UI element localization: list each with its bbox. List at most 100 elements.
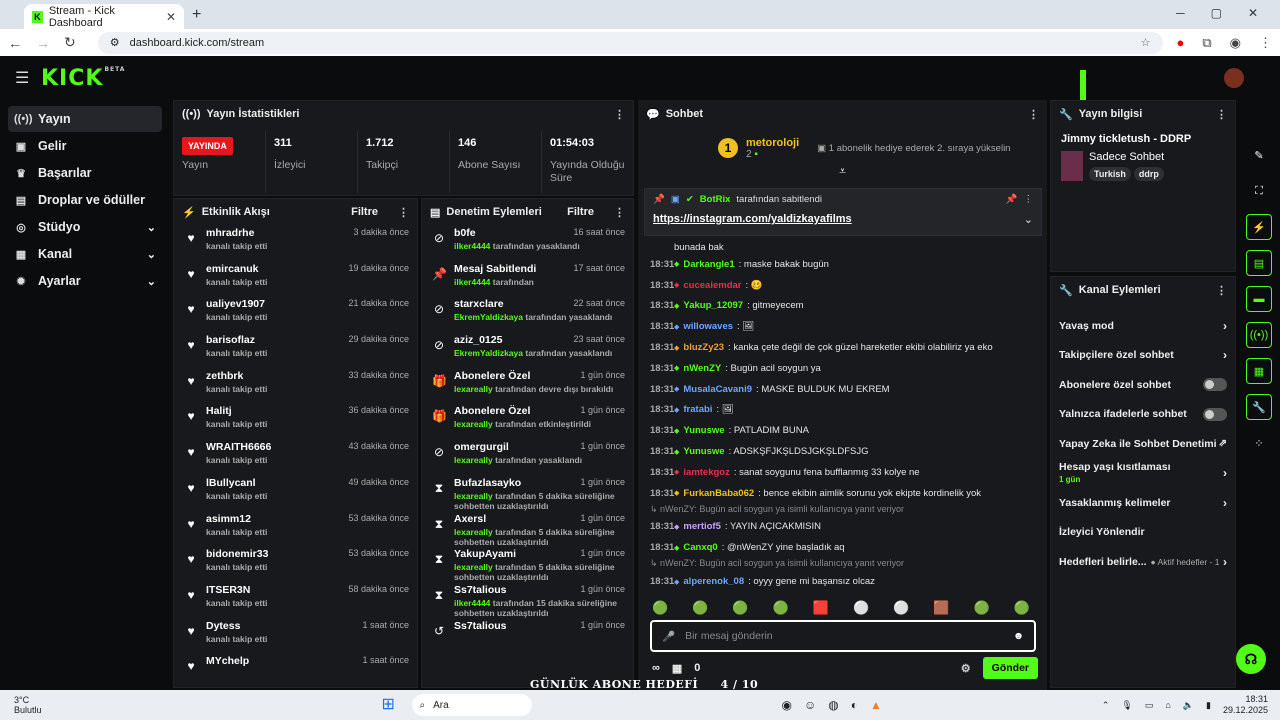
extensions-icon[interactable]: ⧉ (1202, 35, 1211, 51)
layout-icon[interactable]: ▦ (1246, 358, 1272, 384)
unpin-icon[interactable]: 📌 (1006, 194, 1018, 205)
message-username[interactable]: iamtekgoz (683, 467, 729, 478)
mod-action-item[interactable]: ⧗ Ss7talious 1 gün önce ilker4444 tarafında… (422, 582, 633, 618)
mod-action-item[interactable]: 📌 Mesaj Sabitlendi 17 saat önce ilker4444 t… (422, 261, 633, 297)
stats-menu-icon[interactable]: ⋮ (614, 108, 625, 121)
mod-filter-button[interactable]: Filtre (567, 206, 594, 218)
mod-action-target[interactable]: Bufazlasayko (454, 477, 521, 489)
mod-action-item[interactable]: ⊘ aziz_0125 23 saat önce EkremYaldizkaya ta… (422, 332, 633, 368)
activity-username[interactable]: bidonemir33 (206, 548, 268, 560)
mod-action-actor[interactable]: EkremYaldizkaya (454, 312, 523, 322)
chat-message[interactable]: 18:31 ◆ Yunuswe: PATLADIM BUNA (650, 420, 1042, 441)
sidebar-item-ayarlar[interactable]: ✹ Ayarlar ⌄ (8, 268, 162, 294)
channel-action-item[interactable]: Yavaş mod › (1051, 311, 1235, 341)
channel-action-item[interactable]: Hedefleri belirle... ● Aktif hedefler - 1… (1051, 547, 1235, 577)
forward-icon[interactable]: → (36, 35, 50, 51)
message-username[interactable]: cuceaiemdar (683, 280, 741, 291)
mod-action-target[interactable]: Ss7talious (454, 584, 507, 596)
sidebar-item-droplar[interactable]: ▤ Droplar ve ödüller (8, 187, 162, 213)
store-icon[interactable]: ▦ (672, 662, 682, 675)
collapse-icon[interactable]: ⩡ (638, 164, 1047, 179)
sidebar-item-studyo[interactable]: ◎ Stüdyo ⌄ (8, 214, 162, 240)
maximize-icon[interactable]: ▢ (1211, 6, 1222, 20)
message-username[interactable]: Darkangle1 (683, 259, 734, 270)
mod-action-item[interactable]: ⧗ YakupAyami 1 gün önce lexareally tarafınd… (422, 546, 633, 582)
chat-message[interactable]: 18:31 ◆ fratabi: 🖼 (650, 400, 1042, 421)
channel-action-item[interactable]: Abonelere özel sohbet (1051, 370, 1235, 400)
back-icon[interactable]: ← (8, 35, 22, 51)
chat-message[interactable]: 18:31 ◆ cuceaiemdar: 🥴 (650, 275, 1042, 296)
mod-action-actor[interactable]: EkremYaldizkaya (454, 348, 523, 358)
discord-icon[interactable]: ☺ (804, 698, 816, 712)
browser-tab[interactable]: K Stream - Kick Dashboard ✕ (24, 4, 184, 29)
activity-item[interactable]: ♥ Halitj 36 dakika önce kanalı takip etti (174, 403, 417, 439)
activity-item[interactable]: ♥ emircanuk 19 dakika önce kanalı takip ett… (174, 261, 417, 297)
emote-icon[interactable]: 🟢 (732, 600, 748, 616)
activity-filter-button[interactable]: Filtre (351, 206, 378, 218)
chat-settings-icon[interactable]: ⚙ (961, 662, 971, 675)
weather-widget[interactable]: 3°C Bulutlu (14, 695, 42, 715)
pinned-link[interactable]: https://instagram.com/yaldizkayafilms (653, 213, 852, 226)
emote-icon[interactable]: 🟫 (933, 600, 949, 616)
activity-item[interactable]: ♥ barisoflaz 29 dakika önce kanalı takip et… (174, 332, 417, 368)
chat-message[interactable]: 18:31 ◆ FurkanBaba062: bence ekibin aimlik… (650, 483, 1042, 504)
activity-username[interactable]: zethbrk (206, 370, 243, 382)
mod-action-item[interactable]: ⊘ omergurgil 1 gün önce lexareally tarafınd… (422, 439, 633, 475)
message-username[interactable]: fratabi (683, 404, 712, 415)
message-username[interactable]: Yakup_12097 (683, 300, 743, 311)
chat-message[interactable]: 18:31 ◆ Canxq0: @nWenZY yine başladık aq (650, 537, 1042, 558)
add-widget-icon[interactable]: ⁘ (1246, 430, 1272, 456)
activity-username[interactable]: ITSER3N (206, 584, 250, 596)
emote-icon[interactable]: 🟢 (1014, 600, 1030, 616)
emote-icon[interactable]: 🟢 (974, 600, 990, 616)
toggle-switch[interactable] (1203, 378, 1227, 392)
activity-item[interactable]: ♥ bidonemir33 53 dakika önce kanalı takip e… (174, 546, 417, 582)
emote-icon[interactable]: ⚪ (853, 600, 869, 616)
mod-action-item[interactable]: ⊘ starxclare 22 saat önce EkremYaldizkaya t… (422, 296, 633, 332)
chat-menu-icon[interactable]: ⋮ (1028, 108, 1039, 121)
chat-message[interactable]: 18:31 ◆ bluzZy23: kanka çete değil de çok … (650, 337, 1042, 358)
emote-icon[interactable]: 🟥 (813, 600, 829, 616)
message-username[interactable]: Yunuswe (683, 446, 724, 457)
app-icon[interactable]: ▲ (870, 698, 882, 712)
activity-item[interactable]: ♥ asimm12 53 dakika önce kanalı takip etti (174, 511, 417, 547)
activity-username[interactable]: barisoflaz (206, 334, 255, 346)
steam-icon[interactable]: ◐ (851, 698, 858, 712)
message-username[interactable]: Yunuswe (683, 425, 724, 436)
help-icon[interactable]: ☊ (1236, 644, 1266, 674)
chat-bubble-icon[interactable]: ▬ (1246, 286, 1272, 312)
reload-icon[interactable]: ↻ (64, 34, 76, 51)
mic-icon[interactable]: 🎙 (1121, 700, 1132, 711)
activity-username[interactable]: ualiyev1907 (206, 298, 265, 310)
emoji-icon[interactable]: ☻ (1013, 630, 1024, 642)
address-bar[interactable]: ⚙ dashboard.kick.com/stream ☆ (97, 31, 1163, 54)
channel-action-item[interactable]: Yapay Zeka ile Sohbet Denetimi ⇗ (1051, 429, 1235, 459)
menu-kebab-icon[interactable]: ⋮ (1259, 35, 1272, 51)
mod-action-target[interactable]: YakupAyami (454, 548, 516, 560)
sidebar-item-gelir[interactable]: ▣ Gelir (8, 133, 162, 159)
chat-input[interactable]: 🎤 Bir mesaj gönderin ☻ (650, 620, 1036, 652)
activity-item[interactable]: ♥ lBullycanl 49 dakika önce kanalı takip et… (174, 475, 417, 511)
emote-icon[interactable]: 🟢 (773, 600, 789, 616)
sidebar-item-kanal[interactable]: ▦ Kanal ⌄ (8, 241, 162, 267)
site-info-icon[interactable]: ⚙ (110, 36, 120, 49)
chat-message[interactable]: 18:31 ◆ MusalaCavani9: MASKE BULDUK MU EKR… (650, 379, 1042, 400)
activity-item[interactable]: ♥ ualiyev1907 21 dakika önce kanalı takip e… (174, 296, 417, 332)
bookmark-star-icon[interactable]: ☆ (1141, 36, 1151, 49)
message-username[interactable]: nWenZY (683, 363, 721, 374)
mod-action-actor[interactable]: ilker4444 (454, 277, 490, 287)
taskbar-search[interactable]: ⌕ Ara (411, 694, 532, 716)
display-icon[interactable]: ▭ (1145, 700, 1154, 711)
message-username[interactable]: bluzZy23 (683, 342, 724, 353)
wrench-icon[interactable]: 🔧 (1246, 394, 1272, 420)
mod-action-item[interactable]: ⊘ b0fe 16 saat önce ilker4444 tarafından ya… (422, 225, 633, 261)
chat-message[interactable]: 18:31 ◆ willowaves: 🖼 (650, 316, 1042, 337)
mod-action-actor[interactable]: lexareally (454, 491, 493, 501)
activity-item[interactable]: ♥ zethbrk 33 dakika önce kanalı takip etti (174, 368, 417, 404)
message-username[interactable]: Canxq0 (683, 542, 717, 553)
mod-action-item[interactable]: ↺ Ss7talious 1 gün önce (422, 618, 633, 654)
activity-username[interactable]: lBullycanl (206, 477, 256, 489)
close-window-icon[interactable]: ✕ (1248, 6, 1258, 20)
tray-chevron-icon[interactable]: ⌃ (1102, 700, 1110, 711)
chat-message[interactable]: 18:31 ◆ Yakup_12097: gitmeyecem (650, 296, 1042, 317)
